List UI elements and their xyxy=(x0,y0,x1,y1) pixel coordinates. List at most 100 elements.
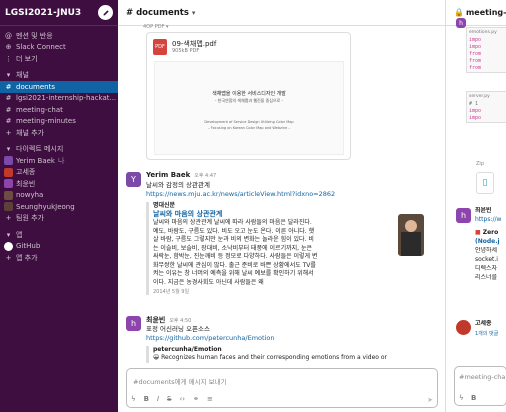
reply-author[interactable]: 최윤빈 xyxy=(475,207,492,215)
avatar[interactable]: h xyxy=(456,18,466,28)
channel-view: # documents ▾ 4OP PDF ▾ PDF 09-색채맵.pdf 9… xyxy=(118,0,445,412)
zero-title[interactable]: Zero xyxy=(483,229,499,236)
more-icon: ⋮ xyxy=(5,54,12,63)
hash-icon: # xyxy=(5,105,12,114)
chevron-down-icon[interactable]: ▾ xyxy=(192,9,196,17)
link-icon[interactable]: ⚭ xyxy=(193,395,199,403)
pdf-subtitle-en: – Focusing on Korean Color Map and Webzi… xyxy=(207,126,291,130)
channel-title[interactable]: # documents xyxy=(126,8,189,18)
italic-icon[interactable]: I xyxy=(157,395,159,403)
bold-icon[interactable]: B xyxy=(471,394,476,402)
lightning-icon[interactable]: ϟ xyxy=(459,394,464,402)
sidebar-item-label: documents xyxy=(16,82,55,91)
reply-line: (Node.j xyxy=(475,238,500,245)
add-app-button[interactable]: + 앱 추가 xyxy=(0,252,118,264)
reply-link[interactable]: https://w xyxy=(475,216,501,224)
unfurl-title[interactable]: 날씨와 마음의 상관관계 xyxy=(153,210,318,219)
dm-you-tag: 나 xyxy=(57,156,65,165)
reply-author[interactable]: 고세종 xyxy=(475,320,492,328)
dm-item-3[interactable]: 최윤빈 xyxy=(0,178,118,190)
sidebar-item-meeting-minutes[interactable]: # meeting-minutes xyxy=(0,116,118,128)
bold-icon[interactable]: B xyxy=(144,395,149,403)
side-panel-header[interactable]: 🔒meeting-cha xyxy=(446,0,506,26)
sidebar-item-slack-connect[interactable]: ⊕ Slack Connect xyxy=(0,42,118,54)
code-icon[interactable]: ‹› xyxy=(180,395,186,403)
sidebar-item-meeting-chat[interactable]: # meeting-chat xyxy=(0,104,118,116)
add-teammate-button[interactable]: + 팀원 추가 xyxy=(0,213,118,225)
lightning-icon[interactable]: ϟ xyxy=(131,395,136,403)
code-line: from xyxy=(469,65,482,71)
sidebar-item-label: Slack Connect xyxy=(16,43,66,52)
sidebar-item-label: meeting-chat xyxy=(16,105,63,114)
code-line: from xyxy=(469,58,482,64)
zip-file-icon[interactable]: ▯ xyxy=(476,172,494,194)
apps-section-header[interactable]: ▾ 앱 xyxy=(0,229,118,241)
sidebar-item-more[interactable]: ⋮ 더 보기 xyxy=(0,53,118,65)
sidebar-item-mentions[interactable]: @ 멘션 및 반응 xyxy=(0,30,118,42)
dm-section-header[interactable]: ▾ 다이렉트 메시지 xyxy=(0,144,118,156)
message-composer[interactable]: #documents에게 메시지 보내기 ϟ B I S ‹› ⚭ ≡ ➤ xyxy=(126,368,438,408)
plus-icon: + xyxy=(5,253,12,262)
avatar[interactable]: h xyxy=(126,316,141,331)
message-link[interactable]: https://github.com/petercunha/Emotion xyxy=(146,334,274,343)
side-panel-composer[interactable]: #meeting-cha ϟ B xyxy=(454,366,506,406)
sidebar-list: @ 멘션 및 반응 ⊕ Slack Connect ⋮ 더 보기 ▾ 채널 # … xyxy=(0,26,118,264)
code-snippet[interactable]: emotions.py impo impo from from from xyxy=(466,27,506,73)
repo-name[interactable]: petercunha/Emotion xyxy=(153,346,406,354)
code-line: from xyxy=(469,51,482,57)
code-line: impo xyxy=(469,37,482,43)
code-file-name[interactable]: emotions.py xyxy=(467,28,506,37)
workspace-header[interactable]: LGSI2021-JNU3 xyxy=(0,0,118,26)
dm-item-yerim[interactable]: Yerim Baek 나 xyxy=(0,155,118,167)
github-unfurl: petercunha/Emotion 😀 Recognizes human fa… xyxy=(146,346,406,363)
dm-item-2[interactable]: 고세종 xyxy=(0,167,118,179)
avatar xyxy=(4,202,13,212)
channels-section-header[interactable]: ▾ 채널 xyxy=(0,70,118,82)
file-meta[interactable]: 4OP PDF ▾ xyxy=(143,24,169,30)
composer-placeholder[interactable]: #meeting-cha xyxy=(459,373,505,381)
channel-header[interactable]: # documents ▾ xyxy=(118,0,445,26)
code-snippet[interactable]: server.py # 1 impo impo xyxy=(466,91,506,123)
dm-item-4[interactable]: nowyha xyxy=(0,190,118,202)
unfurl-site: 명대신문 xyxy=(153,202,176,209)
add-channel-button[interactable]: + 채널 추가 xyxy=(0,127,118,139)
reply-count[interactable]: 1개의 댓글 xyxy=(475,330,498,338)
list-icon[interactable]: ≡ xyxy=(207,395,213,403)
pdf-attachment[interactable]: PDF 09-색채맵.pdf 905kB PDF 색채맵을 이용한 서비스디자인… xyxy=(146,32,351,160)
sidebar-item-internship[interactable]: # lgsi2021-internship-hackat... xyxy=(0,93,118,105)
author-name[interactable]: 최윤빈 xyxy=(146,316,165,324)
lock-icon: 🔒 xyxy=(454,8,464,17)
avatar[interactable]: Y xyxy=(126,172,141,187)
sidebar-item-label: 팀원 추가 xyxy=(16,214,44,223)
author-name[interactable]: Yerim Baek xyxy=(146,171,190,179)
message-time[interactable]: 오후 4:50 xyxy=(169,318,191,324)
pdf-preview[interactable]: 색채맵을 이용한 서비스디자인 개발 - 한국연합의 색채맵과 웹진을 중심으로… xyxy=(154,61,344,155)
side-panel-title[interactable]: meeting-cha xyxy=(466,8,506,17)
avatar[interactable]: h xyxy=(456,208,471,223)
plus-icon: + xyxy=(5,214,12,223)
message-author[interactable]: 최윤빈 오후 4:50 xyxy=(146,315,191,325)
message-author[interactable]: Yerim Baek 오후 4:47 xyxy=(146,171,216,179)
composer-placeholder[interactable]: #documents에게 메시지 보내기 xyxy=(133,376,227,386)
code-file-name[interactable]: server.py xyxy=(467,92,506,101)
message-text: 표정 어신러닝 오픈소스 xyxy=(146,325,210,333)
unfurl-thumbnail[interactable] xyxy=(398,214,424,256)
strike-icon[interactable]: S xyxy=(167,395,171,403)
send-icon[interactable]: ➤ xyxy=(427,396,433,404)
reply-unfurl-title[interactable]: ■ Zero xyxy=(475,229,498,237)
code-line: # 1 xyxy=(469,101,479,107)
section-label: 다이렉트 메시지 xyxy=(16,145,64,154)
avatar[interactable] xyxy=(456,320,471,335)
sidebar-item-label: 더 보기 xyxy=(16,54,38,63)
compose-button[interactable] xyxy=(98,5,113,20)
sidebar-item-documents[interactable]: # documents xyxy=(0,81,118,93)
dm-item-5[interactable]: SeunghyukJeong xyxy=(0,201,118,213)
message-link[interactable]: https://news.mju.ac.kr/news/articleView.… xyxy=(146,190,335,199)
app-item-github[interactable]: GitHub xyxy=(0,241,118,253)
dm-label: nowyha xyxy=(16,191,44,200)
message-time[interactable]: 오후 4:47 xyxy=(194,173,216,179)
workspace-name[interactable]: LGSI2021-JNU3 xyxy=(5,8,98,18)
zip-label[interactable]: Zip xyxy=(476,160,484,168)
side-panel: 🔒meeting-cha h emotions.py impo impo fro… xyxy=(445,0,506,412)
reply-line: 리스너를 xyxy=(475,274,498,281)
